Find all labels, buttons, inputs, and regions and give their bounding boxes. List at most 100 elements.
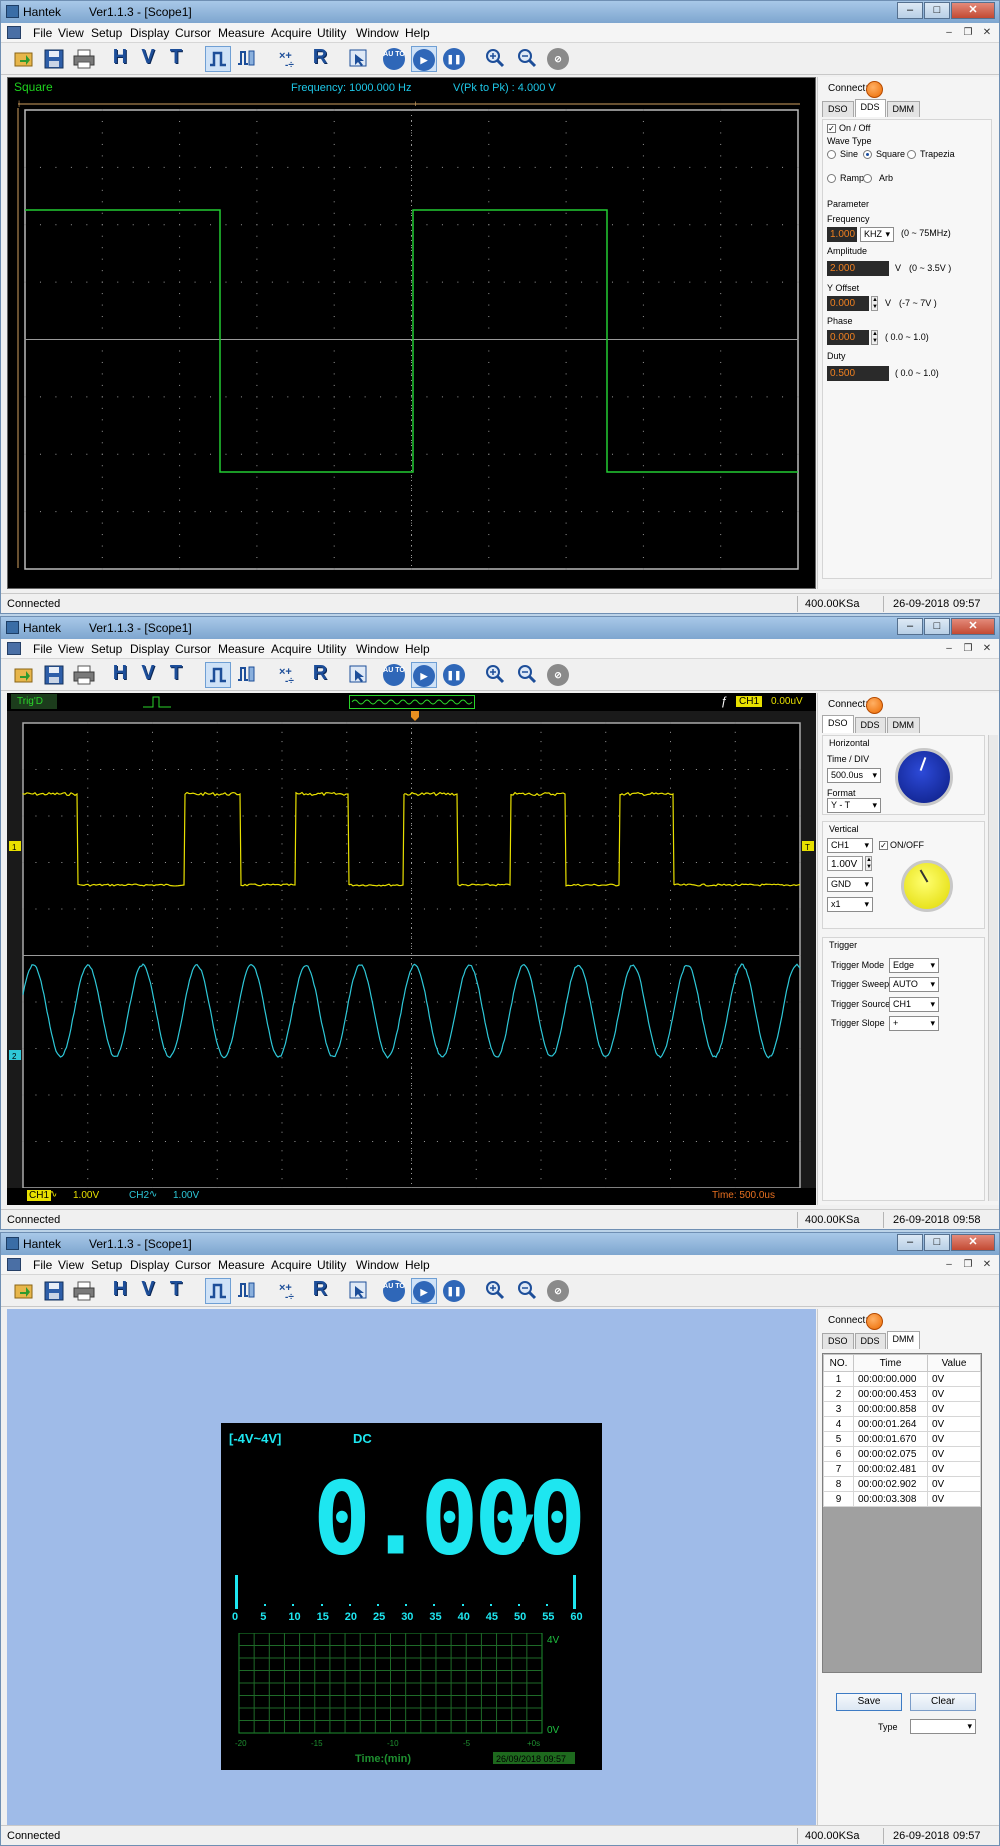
trigger-slope-select[interactable]: +	[889, 1016, 939, 1031]
amplitude-input[interactable]: 2.000	[827, 261, 889, 276]
radio-sine[interactable]	[827, 150, 836, 159]
save-icon[interactable]	[41, 1278, 67, 1304]
erase-icon[interactable]: ⊘	[545, 46, 571, 72]
erase-icon[interactable]: ⊘	[545, 662, 571, 688]
menu-cursor[interactable]: Cursor	[175, 642, 211, 656]
minimize-button[interactable]: –	[897, 1234, 923, 1251]
mdi-icon[interactable]	[7, 1258, 21, 1271]
volts-input[interactable]: 1.00V	[827, 856, 863, 871]
erase-icon[interactable]: ⊘	[545, 1278, 571, 1304]
col-time[interactable]: Time	[853, 1354, 928, 1372]
pause-icon[interactable]: ❚❚	[441, 662, 467, 688]
scope-mode-icon[interactable]	[205, 46, 231, 72]
title-bar[interactable]: Hantek Ver1.1.3 - [Scope1] – □ ✕	[1, 1, 999, 23]
horizontal-icon[interactable]: H	[107, 662, 133, 688]
menu-help[interactable]: Help	[405, 26, 430, 40]
menu-utility[interactable]: Utility	[317, 1258, 346, 1272]
mdi-icon[interactable]	[7, 26, 21, 39]
menu-acquire[interactable]: Acquire	[271, 26, 312, 40]
pause-icon[interactable]: ❚❚	[441, 1278, 467, 1304]
menu-window[interactable]: Window	[356, 26, 399, 40]
menu-setup[interactable]: Setup	[91, 642, 122, 656]
tab-dmm[interactable]: DMM	[886, 101, 921, 117]
trigger-icon[interactable]: T	[163, 1278, 189, 1304]
menu-file[interactable]: File	[33, 1258, 52, 1272]
open-icon[interactable]	[11, 662, 37, 688]
mdi-close-button[interactable]: ✕	[979, 1258, 995, 1272]
tab-dds[interactable]: DDS	[854, 99, 886, 117]
menu-acquire[interactable]: Acquire	[271, 1258, 312, 1272]
roll-mode-icon[interactable]	[233, 46, 259, 72]
menu-utility[interactable]: Utility	[317, 642, 346, 656]
table-row[interactable]: 4 00:00:01.264 0V	[823, 1416, 981, 1432]
reference-icon[interactable]: R	[307, 662, 333, 688]
table-row[interactable]: 9 00:00:03.308 0V	[823, 1491, 981, 1507]
table-row[interactable]: 3 00:00:00.858 0V	[823, 1401, 981, 1417]
auto-icon[interactable]: AU TO	[381, 46, 407, 72]
channel-onoff-checkbox[interactable]: ✓	[879, 841, 888, 850]
scope-mode-icon[interactable]	[205, 662, 231, 688]
probe-select[interactable]: x1	[827, 897, 873, 912]
mdi-minimize-button[interactable]: –	[941, 642, 957, 656]
zoom-out-icon[interactable]	[513, 662, 539, 688]
trigger-source-select[interactable]: CH1	[889, 997, 939, 1012]
menu-measure[interactable]: Measure	[218, 642, 265, 656]
table-row[interactable]: 5 00:00:01.670 0V	[823, 1431, 981, 1447]
save-icon[interactable]	[41, 46, 67, 72]
trigger-icon[interactable]: T	[163, 46, 189, 72]
phase-spinner[interactable]: ▲ ▼	[871, 330, 878, 345]
zoom-in-icon[interactable]	[481, 46, 507, 72]
menu-display[interactable]: Display	[130, 1258, 169, 1272]
mdi-minimize-button[interactable]: –	[941, 1258, 957, 1272]
timediv-select[interactable]: 500.0us	[827, 768, 881, 783]
tab-dds[interactable]: DDS	[854, 1333, 886, 1349]
phase-input[interactable]: 0.000	[827, 330, 869, 345]
maximize-button[interactable]: □	[924, 1234, 950, 1251]
cursor-icon[interactable]	[345, 46, 371, 72]
channel-select[interactable]: CH1	[827, 838, 873, 853]
run-icon[interactable]: ▶	[411, 1278, 437, 1304]
close-button[interactable]: ✕	[951, 2, 995, 19]
duty-input[interactable]: 0.500	[827, 366, 889, 381]
maximize-button[interactable]: □	[924, 2, 950, 19]
close-button[interactable]: ✕	[951, 1234, 995, 1251]
cursor-icon[interactable]	[345, 662, 371, 688]
table-row[interactable]: 2 00:00:00.453 0V	[823, 1386, 981, 1402]
menu-setup[interactable]: Setup	[91, 26, 122, 40]
radio-square[interactable]	[863, 150, 872, 159]
auto-icon[interactable]: AU TO	[381, 662, 407, 688]
trigger-sweep-select[interactable]: AUTO	[889, 977, 939, 992]
print-icon[interactable]	[71, 46, 97, 72]
menu-display[interactable]: Display	[130, 642, 169, 656]
menu-cursor[interactable]: Cursor	[175, 1258, 211, 1272]
menu-display[interactable]: Display	[130, 26, 169, 40]
tab-dmm[interactable]: DMM	[886, 1331, 921, 1349]
run-icon[interactable]: ▶	[411, 662, 437, 688]
open-icon[interactable]	[11, 46, 37, 72]
scope-mode-icon[interactable]	[205, 1278, 231, 1304]
coupling-select[interactable]: GND	[827, 877, 873, 892]
print-icon[interactable]	[71, 1278, 97, 1304]
menu-measure[interactable]: Measure	[218, 26, 265, 40]
table-row[interactable]: 1 00:00:00.000 0V	[823, 1371, 981, 1387]
horizontal-icon[interactable]: H	[107, 1278, 133, 1304]
type-select[interactable]	[910, 1719, 976, 1734]
auto-icon[interactable]: AU TO	[381, 1278, 407, 1304]
menu-view[interactable]: View	[58, 1258, 84, 1272]
open-icon[interactable]	[11, 1278, 37, 1304]
pause-icon[interactable]: ❚❚	[441, 46, 467, 72]
radio-trapezia[interactable]	[907, 150, 916, 159]
frequency-unit-select[interactable]: KHZ	[860, 227, 894, 242]
close-button[interactable]: ✕	[951, 618, 995, 635]
radio-ramp[interactable]	[827, 174, 836, 183]
menu-acquire[interactable]: Acquire	[271, 642, 312, 656]
mdi-restore-button[interactable]: ❐	[960, 1258, 976, 1272]
menu-cursor[interactable]: Cursor	[175, 26, 211, 40]
menu-setup[interactable]: Setup	[91, 1258, 122, 1272]
vertical-icon[interactable]: V	[135, 1278, 161, 1304]
zoom-out-icon[interactable]	[513, 1278, 539, 1304]
tab-dso[interactable]: DSO	[822, 101, 854, 117]
menu-view[interactable]: View	[58, 26, 84, 40]
col-no[interactable]: NO.	[823, 1354, 854, 1372]
panel-scrollbar[interactable]	[988, 735, 998, 1201]
